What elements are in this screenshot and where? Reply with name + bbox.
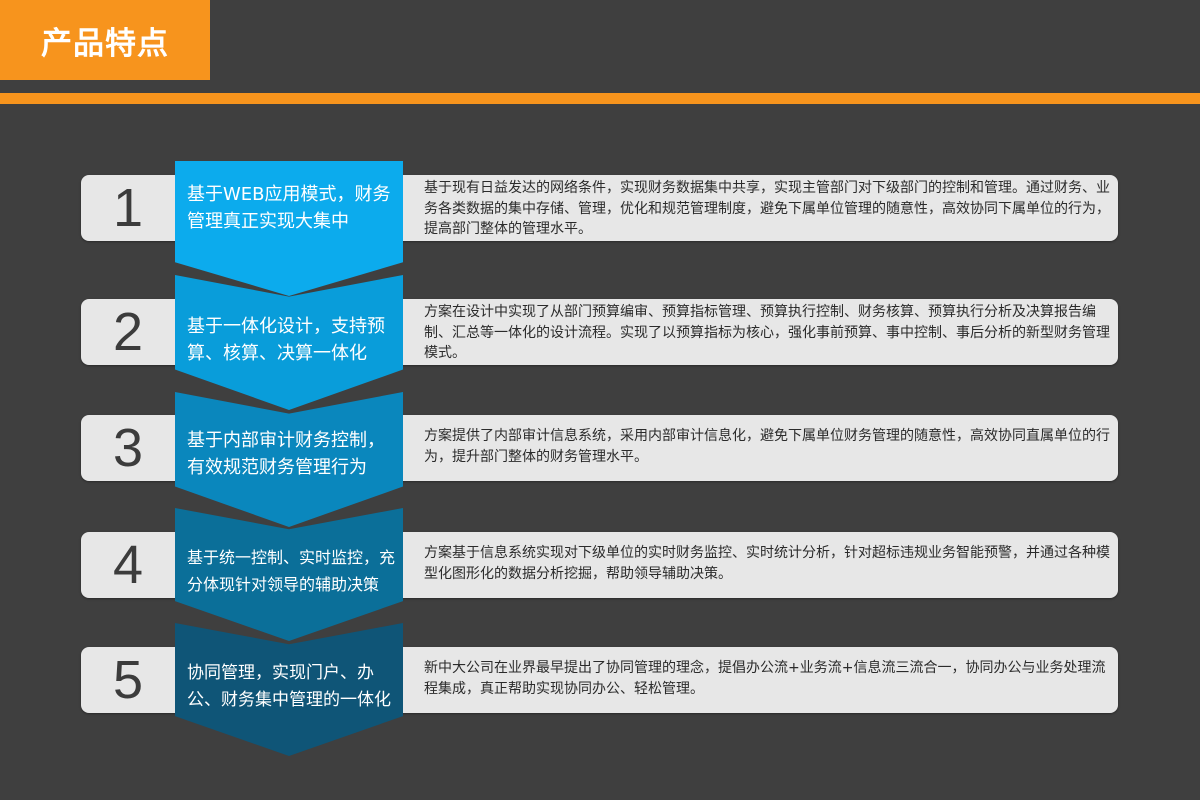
- feature-title: 基于WEB应用模式，财务管理真正实现大集中: [187, 184, 391, 232]
- feature-chevron-3: 基于内部审计财务控制，有效规范财务管理行为: [175, 392, 403, 527]
- feature-description: 方案提供了内部审计信息系统，采用内部审计信息化，避免下属单位财务管理的随意性，高…: [424, 428, 1110, 465]
- page-title-box: 产品特点: [0, 0, 210, 80]
- header-divider: [0, 93, 1200, 104]
- feature-title: 基于统一控制、实时监控，充分体现针对领导的辅助决策: [187, 548, 396, 594]
- feature-chevron-4: 基于统一控制、实时监控，充分体现针对领导的辅助决策: [175, 508, 403, 641]
- feature-description: 新中大公司在业界最早提出了协同管理的理念，提倡办公流+业务流+信息流三流合一，协…: [424, 660, 1106, 697]
- feature-number: 3: [112, 418, 144, 478]
- feature-number: 1: [112, 178, 144, 238]
- feature-description: 方案基于信息系统实现对下级单位的实时财务监控、实时统计分析，针对超标违规业务智能…: [424, 545, 1110, 582]
- feature-description: 基于现有日益发达的网络条件，实现财务数据集中共享，实现主管部门对下级部门的控制和…: [424, 180, 1110, 237]
- feature-title: 基于内部审计财务控制，有效规范财务管理行为: [187, 430, 385, 478]
- feature-chevron-5: 协同管理，实现门户、办公、财务集中管理的一体化: [175, 623, 403, 756]
- feature-number: 2: [112, 302, 144, 362]
- page-title: 产品特点: [41, 25, 169, 62]
- feature-title: 协同管理，实现门户、办公、财务集中管理的一体化: [187, 663, 391, 710]
- feature-title: 基于一体化设计，支持预算、核算、决算一体化: [187, 316, 385, 364]
- feature-number: 5: [112, 650, 144, 710]
- feature-number: 4: [112, 535, 144, 595]
- feature-chevron-1: 基于WEB应用模式，财务管理真正实现大集中: [175, 161, 403, 296]
- feature-description: 方案在设计中实现了从部门预算编审、预算指标管理、预算执行控制、财务核算、预算执行…: [424, 304, 1110, 361]
